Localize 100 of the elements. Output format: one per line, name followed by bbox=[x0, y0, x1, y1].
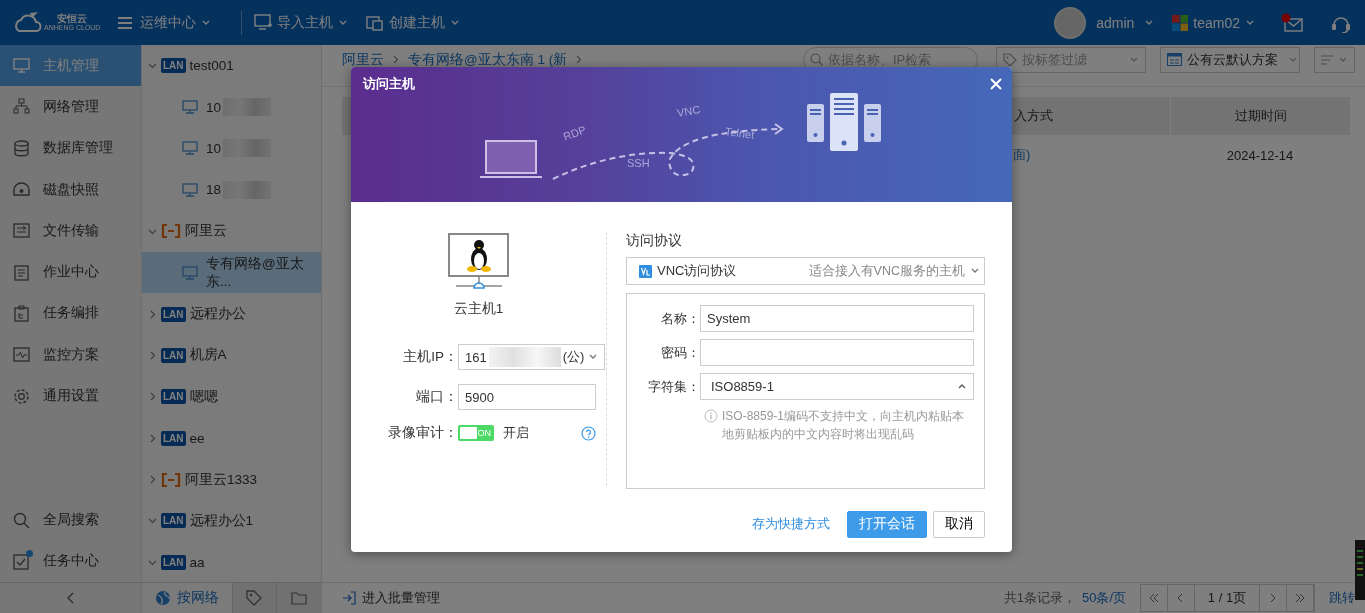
create-host-button[interactable]: 创建主机 bbox=[366, 13, 461, 32]
sidebar-item[interactable]: 文件传输 bbox=[0, 210, 141, 252]
record-count: 共1条记录， bbox=[1003, 589, 1076, 607]
sidebar-item[interactable]: 网络管理 bbox=[0, 86, 141, 128]
password-field[interactable] bbox=[700, 339, 974, 366]
collapse-icon[interactable] bbox=[66, 592, 75, 604]
field-label: 录像审计： bbox=[387, 424, 458, 442]
tree-item[interactable]: LAN 远程办公 bbox=[142, 293, 321, 335]
sort-button[interactable] bbox=[1314, 46, 1355, 73]
level-meter-widget bbox=[1355, 540, 1365, 600]
import-host-button[interactable]: 导入主机 bbox=[254, 13, 349, 32]
calendar-icon bbox=[1167, 53, 1182, 66]
chevron-down-icon[interactable] bbox=[148, 61, 157, 71]
monitor-icon bbox=[182, 265, 198, 280]
monitor-plus-icon bbox=[254, 14, 273, 31]
chevron-right-icon[interactable] bbox=[148, 392, 157, 402]
tag-icon[interactable] bbox=[231, 583, 277, 613]
chevron-down-icon[interactable] bbox=[148, 516, 157, 526]
double-chevron-left-icon bbox=[1149, 593, 1159, 603]
dialog-title: 访问主机 bbox=[363, 75, 415, 93]
tree-item[interactable]: 10 bbox=[142, 127, 321, 170]
monitor-icon bbox=[182, 100, 198, 115]
tree-item[interactable]: 18 bbox=[142, 169, 321, 211]
protocol-label: VNC bbox=[676, 103, 702, 119]
folder-icon[interactable] bbox=[276, 583, 321, 613]
host-ip-dropdown[interactable]: 161 (公) bbox=[458, 344, 606, 370]
tree-item[interactable]: LAN 远程办公1 bbox=[142, 500, 321, 542]
monitor-icon bbox=[13, 57, 30, 75]
protocol-description: 适合接入有VNC服务的主机 bbox=[808, 262, 965, 280]
team-menu[interactable]: team02 bbox=[1172, 14, 1255, 31]
stacked-windows-icon bbox=[366, 14, 385, 31]
lan-badge: LAN bbox=[161, 306, 186, 322]
sidebar-item[interactable]: 监控方案 bbox=[0, 334, 141, 376]
lan-badge: LAN bbox=[161, 389, 186, 405]
logo-text: 安恒云 bbox=[57, 13, 88, 24]
database-icon bbox=[13, 139, 30, 157]
sidebar-item[interactable]: 作业中心 bbox=[0, 251, 141, 293]
field-label: 密码： bbox=[660, 343, 700, 362]
bracket-logo-icon bbox=[161, 472, 181, 487]
breadcrumb-link[interactable]: 专有网络@亚太东南 1 (新 bbox=[408, 50, 568, 69]
tree-item[interactable]: LAN aa bbox=[142, 541, 321, 582]
jump-link[interactable]: 跳转 bbox=[1329, 589, 1355, 607]
document-icon bbox=[13, 263, 30, 281]
sidebar-item[interactable]: 磁盘快照 bbox=[0, 168, 141, 211]
breadcrumb-link[interactable]: 阿里云 bbox=[342, 50, 384, 69]
cloud-logo-icon bbox=[12, 10, 42, 35]
tree-item[interactable]: LAN test001 bbox=[142, 45, 321, 87]
sidebar-item[interactable]: 通用设置 bbox=[0, 375, 141, 417]
chevron-right-icon[interactable] bbox=[148, 350, 157, 360]
chevron-right-icon[interactable] bbox=[148, 433, 157, 443]
tree-item[interactable]: 阿里云 bbox=[142, 210, 321, 252]
tree-item[interactable]: LAN 机房A bbox=[142, 334, 321, 377]
close-icon[interactable] bbox=[990, 78, 1002, 90]
tree-item[interactable]: LAN ee bbox=[142, 417, 321, 459]
batch-manage-link[interactable]: 进入批量管理 bbox=[342, 589, 440, 607]
info-icon bbox=[704, 409, 718, 423]
field-label: 字符集： bbox=[647, 377, 700, 396]
page-size-link[interactable]: 50条/页 bbox=[1081, 589, 1126, 607]
protocol-dropdown[interactable]: VNC访问协议 适合接入有VNC服务的主机 bbox=[626, 257, 985, 285]
enter-icon bbox=[342, 591, 356, 605]
sidebar-item[interactable]: 主机管理 bbox=[0, 45, 141, 87]
tag-icon bbox=[1003, 52, 1017, 67]
cancel-button[interactable]: 取消 bbox=[933, 510, 985, 538]
sidebar-item[interactable]: 全局搜索 bbox=[0, 499, 141, 541]
field-label: 主机IP： bbox=[402, 348, 458, 366]
double-chevron-right-icon bbox=[1295, 593, 1305, 603]
tree-item[interactable]: LAN 嗯嗯 bbox=[142, 376, 321, 418]
open-session-button[interactable]: 打开会话 bbox=[847, 510, 927, 538]
port-field[interactable]: 5900 bbox=[458, 384, 596, 410]
chevron-right-icon bbox=[392, 55, 400, 64]
charset-dropdown[interactable]: ISO8859-1 bbox=[700, 373, 974, 400]
hint-text: ISO-8859-1编码不支持中文，向主机内粘贴本地剪贴板内的中文内容时将出现乱码 bbox=[722, 408, 966, 443]
sidebar-item[interactable]: 任务编排 bbox=[0, 292, 141, 335]
pulse-icon bbox=[13, 346, 30, 364]
sidebar-item[interactable]: 任务中心 bbox=[0, 540, 141, 582]
lan-badge: LAN bbox=[161, 513, 186, 529]
field-label: 名称： bbox=[660, 309, 700, 328]
gear-icon bbox=[13, 387, 30, 405]
mail-icon[interactable] bbox=[1281, 12, 1303, 33]
tree-item[interactable]: 10 bbox=[142, 86, 321, 128]
menu-icon[interactable] bbox=[118, 16, 133, 29]
user-menu[interactable]: admin bbox=[1054, 6, 1155, 39]
lan-badge: LAN bbox=[161, 347, 186, 363]
avatar-icon bbox=[1054, 6, 1087, 39]
chevron-right-icon[interactable] bbox=[148, 309, 157, 319]
search-icon bbox=[810, 53, 823, 66]
tree-item[interactable]: 阿里云1333 bbox=[142, 458, 321, 501]
lan-badge: LAN bbox=[161, 554, 186, 570]
sidebar-item[interactable]: 数据库管理 bbox=[0, 127, 141, 169]
chevron-right-icon[interactable] bbox=[148, 475, 157, 485]
tree-item[interactable]: 专有网络@亚太东... bbox=[142, 251, 321, 294]
sort-icon bbox=[1321, 54, 1333, 65]
scheme-dropdown[interactable]: 公有云默认方案 bbox=[1160, 46, 1300, 73]
name-field[interactable]: System bbox=[700, 305, 974, 332]
lan-badge: LAN bbox=[161, 430, 186, 446]
help-icon[interactable] bbox=[581, 425, 596, 441]
checklist-icon bbox=[13, 552, 30, 570]
module-dropdown[interactable]: 运维中心 bbox=[140, 13, 212, 32]
save-shortcut-link[interactable]: 存为快捷方式 bbox=[752, 515, 830, 533]
monitor-icon bbox=[182, 182, 198, 197]
